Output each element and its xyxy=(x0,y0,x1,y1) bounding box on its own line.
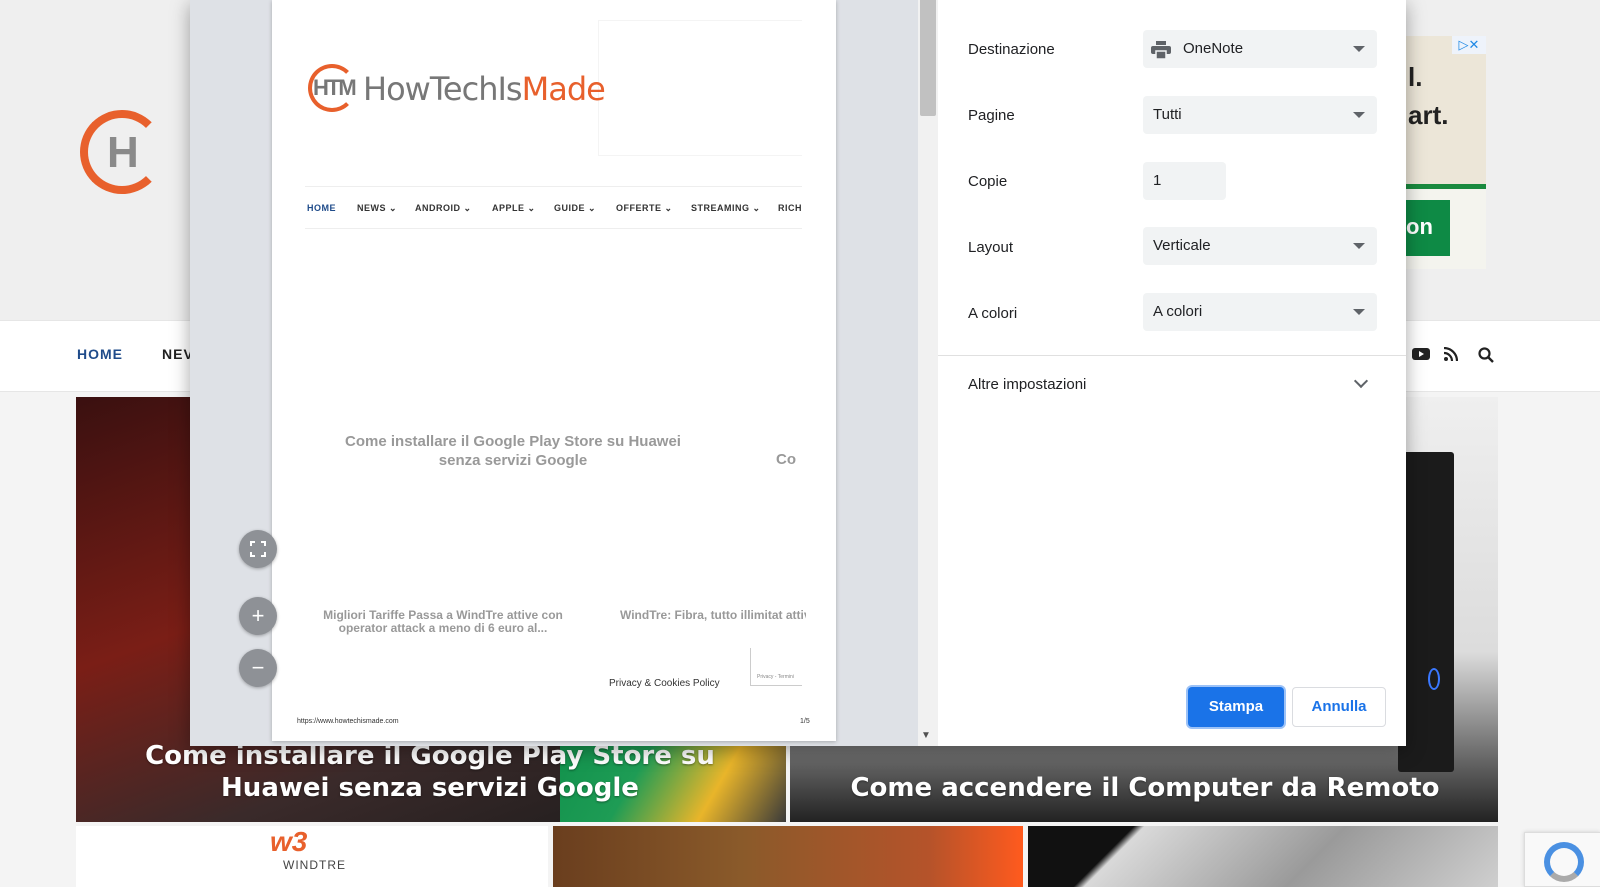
preview-privacy-link: Privacy & Cookies Policy xyxy=(609,678,720,689)
rss-icon[interactable] xyxy=(1443,346,1459,366)
chevron-down-icon xyxy=(1353,112,1365,118)
destination-label: Destinazione xyxy=(968,41,1055,58)
print-button[interactable]: Stampa xyxy=(1188,687,1284,727)
layout-label: Layout xyxy=(968,239,1014,256)
preview-page-number: 1/5 xyxy=(800,718,810,725)
preview-nav-item: ANDROID ⌄ xyxy=(415,203,472,213)
preview-logo-text-a: HowTechIs xyxy=(363,70,523,108)
chevron-down-icon xyxy=(1353,46,1365,52)
preview-article-title: Come installare il Google Play Store su … xyxy=(345,433,681,469)
preview-nav-item: RICHI xyxy=(778,203,802,213)
preview-nav-item: APPLE ⌄ xyxy=(492,203,536,213)
color-value: A colori xyxy=(1153,303,1203,320)
site-ad-divider xyxy=(1406,184,1486,189)
preview-article-title-cut: Co xyxy=(776,451,796,468)
copies-label: Copie xyxy=(968,173,1008,190)
preview-nav-divider-bottom xyxy=(305,228,802,229)
pages-value: Tutti xyxy=(1153,106,1182,123)
layout-select[interactable]: Verticale xyxy=(1143,227,1377,265)
article-card-books[interactable] xyxy=(553,826,1023,887)
settings-divider xyxy=(938,355,1406,356)
preview-logo-text-b: Made xyxy=(521,70,606,108)
hero-right-computer-image xyxy=(1398,452,1454,772)
preview-recaptcha: Privacy - Termini xyxy=(750,648,802,686)
site-ad-text-1: l. xyxy=(1408,62,1423,92)
site-ad-button[interactable]: on xyxy=(1406,200,1450,256)
chevron-down-icon xyxy=(1353,309,1365,315)
preview-article-title: WindTre: Fibra, tutto illimitat attivazi… xyxy=(620,609,806,622)
preview-ad-placeholder xyxy=(598,20,802,156)
destination-value: OneNote xyxy=(1183,40,1244,57)
scroll-down-arrow-icon[interactable]: ▼ xyxy=(921,730,931,741)
copies-input[interactable]: 1 xyxy=(1143,162,1226,200)
site-logo-letter: H xyxy=(107,128,139,177)
recaptcha-icon xyxy=(1544,842,1584,882)
windtre-logo: w3 xyxy=(270,826,308,857)
search-icon[interactable] xyxy=(1478,347,1494,368)
zoom-out-icon[interactable]: − xyxy=(239,649,277,687)
youtube-icon[interactable] xyxy=(1412,347,1430,366)
hero-right-caption[interactable]: Come accendere il Computer da Remoto xyxy=(820,772,1470,804)
pages-select[interactable]: Tutti xyxy=(1143,96,1377,134)
more-settings-toggle[interactable]: Altre impostazioni xyxy=(968,376,1086,393)
cancel-button[interactable]: Annulla xyxy=(1292,687,1386,727)
color-select[interactable]: A colori xyxy=(1143,293,1377,331)
site-ad-text-2: art. xyxy=(1408,100,1449,130)
preview-logo-mark: HTM xyxy=(313,75,357,100)
preview-nav-divider-top xyxy=(305,186,802,187)
pages-label: Pagine xyxy=(968,107,1015,124)
hero-left-caption[interactable]: Come installare il Google Play Store su … xyxy=(120,740,740,804)
ad-close-icon[interactable]: ▷✕ xyxy=(1452,36,1486,54)
zoom-in-icon[interactable]: + xyxy=(239,597,277,635)
windtre-logo-text: WINDTRE xyxy=(283,858,346,872)
article-card-laptop[interactable] xyxy=(1028,826,1498,887)
preview-scrollbar-thumb[interactable] xyxy=(920,0,936,116)
color-label: A colori xyxy=(968,305,1018,322)
chevron-down-icon xyxy=(1353,243,1365,249)
layout-value: Verticale xyxy=(1153,237,1211,254)
printer-icon xyxy=(1151,41,1171,60)
preview-nav-item: NEWS ⌄ xyxy=(357,203,398,213)
hero-right-power-led xyxy=(1428,668,1440,690)
preview-nav-item: OFFERTE ⌄ xyxy=(616,203,673,213)
site-nav-home[interactable]: HOME xyxy=(77,346,123,362)
preview-nav-item: HOME xyxy=(307,203,336,213)
preview-nav-item: GUIDE ⌄ xyxy=(554,203,597,213)
destination-select[interactable]: OneNote xyxy=(1143,30,1377,68)
fit-to-page-icon[interactable] xyxy=(239,530,277,568)
preview-footer-url: https://www.howtechismade.com xyxy=(297,718,399,725)
preview-article-title: Migliori Tariffe Passa a WindTre attive … xyxy=(323,608,563,635)
preview-logo-text: HowTechIsMade xyxy=(363,70,606,108)
preview-nav-item: STREAMING ⌄ xyxy=(691,203,761,213)
